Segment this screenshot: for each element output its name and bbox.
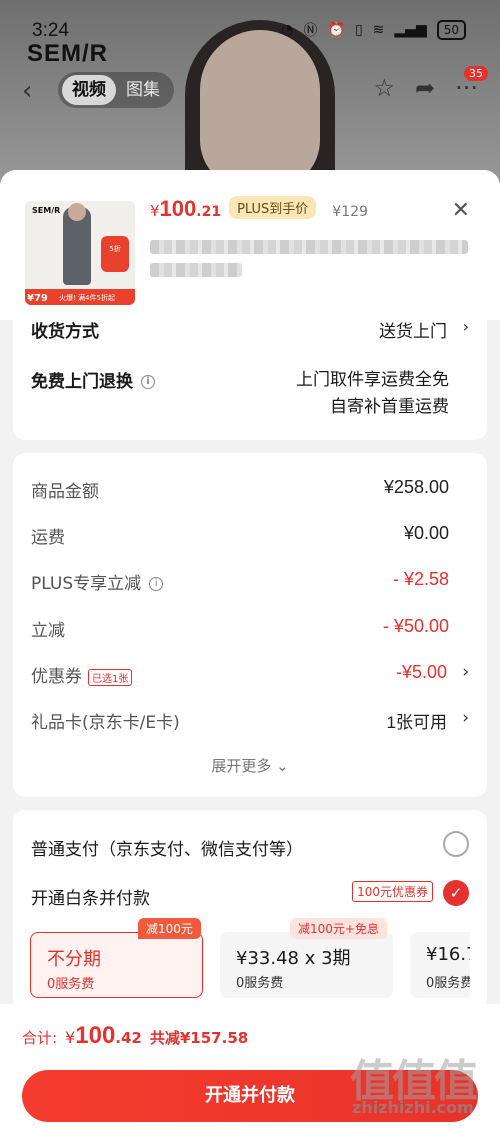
media-tab-switch: 视频 图集	[58, 72, 174, 108]
total-saved: 共减¥157.58	[149, 1029, 249, 1047]
plan-fee: 0服务费	[236, 976, 284, 991]
price-line: ¥ 100 .21 PLUS到手价 ¥129	[150, 196, 368, 222]
product-summary: SEM/R 5折 ¥79 火爆! 满4件5折起 ¥ 100 .21 PLUS到手…	[0, 170, 500, 320]
free-return-label: 免费上门退换 i	[31, 367, 155, 392]
thumbnail-brand: SEM/R	[32, 206, 61, 215]
goods-amount-row: 商品金额 ¥258.00	[31, 477, 469, 502]
free-return-line1: 上门取件享运费全免	[296, 370, 449, 390]
gift-card-row[interactable]: 礼品卡(京东卡/E卡) 1张可用 ›	[31, 708, 469, 733]
total-integer: 100	[75, 1022, 116, 1049]
normal-pay-option[interactable]: 普通支付（京东支付、微信支付等）	[31, 831, 469, 860]
model-photo	[200, 30, 320, 190]
price-decimal: .21	[196, 204, 222, 220]
chevron-down-icon: ⌄	[276, 757, 289, 775]
goods-amount-label: 商品金额	[31, 482, 99, 502]
battery-icon: 50	[436, 20, 466, 40]
alarm-icon: ⏰	[327, 22, 345, 38]
delivery-method-value: 送货上门	[379, 322, 447, 342]
share-icon[interactable]: ➦	[415, 74, 435, 102]
close-icon[interactable]: ✕	[452, 198, 470, 223]
baitiao-pay-option[interactable]: 开通白条并付款 100元优惠券 ✓	[31, 880, 469, 909]
coupon-label: 优惠券 已选1张	[31, 667, 133, 687]
signal-icon: ▂▄▆	[394, 22, 427, 38]
baitiao-coupon-badge: 100元优惠券	[352, 881, 433, 902]
info-icon[interactable]: i	[149, 577, 164, 591]
total-decimal: .42	[115, 1029, 142, 1047]
instant-discount-row: 立减 - ¥50.00	[31, 616, 469, 641]
original-price: ¥129	[332, 204, 368, 220]
shipping-value: ¥0.00	[403, 523, 449, 543]
price-symbol: ¥	[150, 202, 160, 220]
checkout-sheet: SEM/R 5折 ¥79 火爆! 满4件5折起 ¥ 100 .21 PLUS到手…	[0, 170, 500, 1129]
plus-price-tag: PLUS到手价	[229, 196, 317, 219]
chevron-right-icon: ›	[462, 662, 469, 682]
plan-more-installments[interactable]: ¥16.7 0服务费	[410, 932, 470, 998]
blurred-product-title	[150, 240, 468, 254]
instant-discount-label: 立减	[31, 621, 65, 641]
favorite-star-icon[interactable]: ☆	[373, 74, 395, 102]
baitiao-pay-label: 开通白条并付款	[31, 889, 150, 909]
chevron-right-icon: ›	[462, 708, 469, 728]
delivery-card: 收货方式 送货上门 › 免费上门退换 i 上门取件享运费全免 自寄补首重运费	[13, 305, 487, 440]
instant-discount-value: - ¥50.00	[382, 616, 449, 636]
status-time: 3:24	[32, 20, 69, 41]
plan-title: 不分期	[47, 949, 101, 970]
payment-card: 普通支付（京东支付、微信支付等） 开通白条并付款 100元优惠券 ✓ 不分期 0…	[13, 810, 487, 1010]
fee-breakdown-card: 商品金额 ¥258.00 运费 ¥0.00 PLUS专享立减 i - ¥2.58 …	[13, 453, 487, 797]
free-return-desc: 上门取件享运费全免 自寄补首重运费	[296, 367, 449, 421]
thumbnail-price: ¥79	[27, 293, 48, 304]
thumbnail-promo-badge: 5折	[101, 236, 129, 272]
plus-discount-row: PLUS专享立减 i - ¥2.58	[31, 569, 469, 594]
brand-logo: SEM/R	[27, 40, 109, 67]
baitiao-pay-radio-checked[interactable]: ✓	[443, 880, 469, 906]
product-thumbnail: SEM/R 5折 ¥79 火爆! 满4件5折起	[25, 201, 135, 305]
goods-amount-value: ¥258.00	[383, 477, 449, 497]
plan-no-installment[interactable]: 不分期 0服务费	[30, 932, 203, 998]
normal-pay-radio[interactable]	[443, 831, 469, 857]
expand-more-button[interactable]: 展开更多 ⌄	[13, 755, 487, 776]
message-count-badge: 35	[464, 66, 488, 81]
back-arrow-icon[interactable]: ‹	[22, 76, 32, 106]
gift-card-label: 礼品卡(京东卡/E卡)	[31, 713, 180, 733]
total-symbol: ¥	[65, 1028, 76, 1047]
tab-video[interactable]: 视频	[62, 75, 116, 105]
nav-actions: ☆ ➦ ···	[373, 74, 478, 102]
wifi-icon: ≋	[372, 22, 385, 38]
total-line: 合计: ¥ 100 .42 共减¥157.58	[22, 1022, 248, 1050]
plan-3-installments[interactable]: ¥33.48 x 3期 0服务费	[220, 932, 393, 998]
info-icon[interactable]: i	[141, 375, 155, 389]
gift-card-value: 1张可用	[386, 713, 447, 732]
plan-discount-interest-free-tag: 减100元+免息	[290, 918, 387, 939]
blurred-product-title-line2	[150, 263, 242, 277]
installment-plans: 不分期 0服务费 ¥33.48 x 3期 0服务费 ¥16.7 0服务费	[30, 932, 470, 1002]
plus-discount-value: - ¥2.58	[392, 569, 449, 589]
plan-title: ¥16.7	[426, 944, 470, 965]
plan-fee: 0服务费	[47, 977, 95, 992]
watermark-url: zhizhizhi.com	[352, 1098, 474, 1117]
tab-gallery[interactable]: 图集	[116, 75, 170, 105]
coupon-value: -¥5.00	[395, 662, 447, 682]
plus-discount-label: PLUS专享立减 i	[31, 574, 164, 594]
free-return-line2: 自寄补首重运费	[330, 397, 449, 417]
thumbnail-model-head	[68, 203, 86, 221]
shipping-label: 运费	[31, 528, 65, 548]
plan-discount-tag: 减100元	[138, 918, 201, 939]
delivery-method-label: 收货方式	[31, 322, 99, 342]
nfc-icon: Ⓝ	[303, 23, 318, 39]
shipping-row: 运费 ¥0.00	[31, 523, 469, 548]
status-icons: ◔ Ⓝ ⏰ ▯ ≋ ▂▄▆ 50	[281, 20, 466, 40]
coupon-row[interactable]: 优惠券 已选1张 -¥5.00 ›	[31, 662, 469, 687]
normal-pay-label: 普通支付（京东支付、微信支付等）	[31, 840, 303, 860]
plan-fee: 0服务费	[426, 976, 470, 991]
price-integer: 100	[159, 196, 197, 221]
thumbnail-promo-text: 火爆! 满4件5折起	[59, 294, 115, 302]
total-label: 合计:	[22, 1029, 58, 1047]
vibrate-icon: ▯	[354, 22, 363, 38]
plan-title: ¥33.48 x 3期	[236, 948, 351, 969]
coupon-selected-tag: 已选1张	[88, 668, 133, 686]
